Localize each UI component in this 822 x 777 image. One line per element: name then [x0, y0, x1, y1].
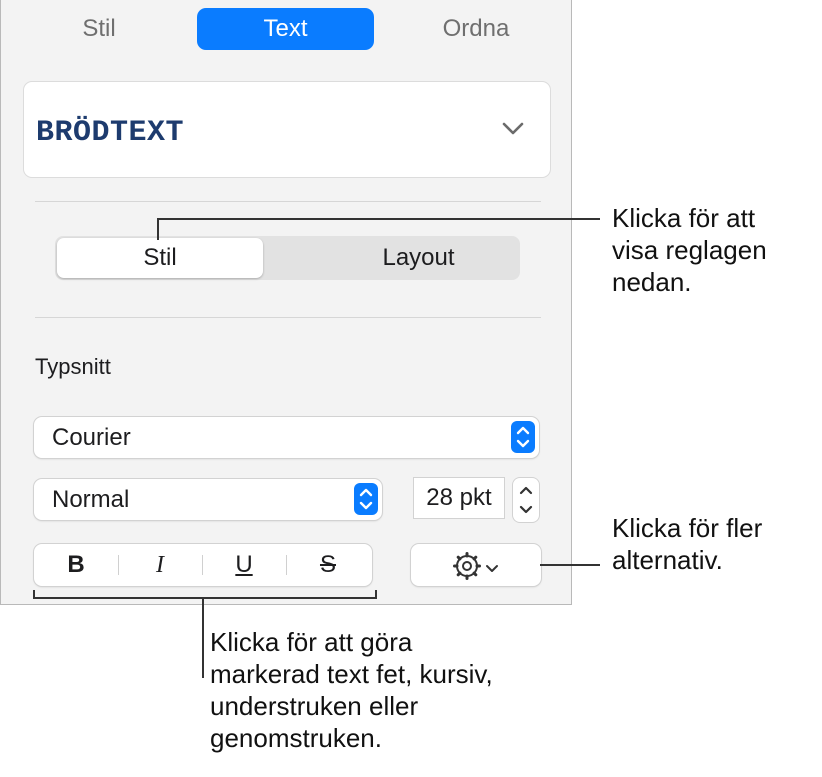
typeface-popup[interactable]: Normal — [34, 479, 382, 520]
text-format-buttons: B I U S — [34, 544, 372, 586]
stepper-down-icon[interactable] — [513, 500, 539, 525]
font-family-value: Courier — [52, 424, 131, 451]
bold-button[interactable]: B — [34, 544, 118, 586]
italic-button[interactable]: I — [118, 544, 202, 586]
tab-text[interactable]: Text — [197, 8, 374, 50]
tab-stil[interactable]: Stil — [45, 8, 153, 50]
chevron-down-icon — [485, 561, 499, 579]
format-sidebar: Stil Text Ordna BRÖDTEXT Stil Layout Typ… — [0, 0, 572, 605]
chevron-down-icon — [502, 122, 524, 141]
divider — [35, 317, 541, 318]
callout-line — [157, 218, 600, 220]
up-down-arrows-icon — [354, 483, 378, 515]
callout-line — [33, 597, 377, 599]
font-family-popup[interactable]: Courier — [34, 417, 539, 458]
underline-button[interactable]: U — [202, 544, 286, 586]
up-down-arrows-icon — [511, 421, 535, 453]
style-layout-segmented-control: Stil Layout — [55, 236, 520, 280]
more-options-button[interactable] — [411, 544, 541, 586]
typeface-value: Normal — [52, 486, 130, 513]
callout-segmented: Klicka för att visa reglagen nedan. — [612, 203, 767, 297]
paragraph-style-menu[interactable]: BRÖDTEXT — [23, 81, 551, 178]
callout-format-buttons: Klicka för att göra markerad text fet, k… — [210, 627, 493, 753]
tab-ordna[interactable]: Ordna — [411, 8, 541, 50]
segment-layout[interactable]: Layout — [317, 238, 520, 278]
paragraph-style-name: BRÖDTEXT — [36, 116, 185, 150]
callout-more-options: Klicka för fler alternativ. — [612, 513, 763, 575]
segment-stil[interactable]: Stil — [57, 238, 263, 278]
font-size-field[interactable]: 28 pkt — [414, 478, 504, 518]
divider — [35, 201, 541, 202]
callout-line — [540, 564, 600, 566]
gear-icon — [453, 552, 481, 585]
callout-line — [202, 598, 204, 678]
font-section-label: Typsnitt — [35, 354, 111, 379]
font-size-stepper[interactable] — [513, 478, 539, 522]
callout-line — [157, 218, 159, 240]
strikethrough-button[interactable]: S — [286, 544, 370, 586]
